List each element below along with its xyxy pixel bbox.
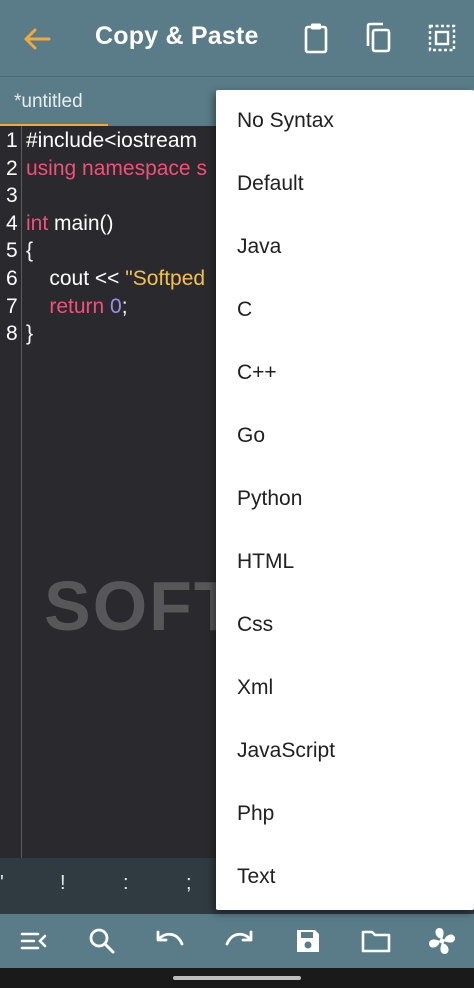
menu-item-default[interactable]: Default [216, 153, 474, 216]
home-gesture-pill[interactable] [173, 976, 301, 980]
redo-icon[interactable] [222, 925, 256, 957]
copy-icon[interactable] [361, 20, 395, 56]
symbol-key[interactable]: : [123, 872, 129, 895]
line-number: 8 [6, 322, 18, 346]
menu-item-cpp[interactable]: C++ [216, 342, 474, 405]
app-screen: Copy & Paste *untitled 1 #include<iostrea… [0, 0, 474, 988]
line-number: 3 [6, 184, 18, 208]
code-text: int main() [26, 212, 114, 236]
menu-item-no-syntax[interactable]: No Syntax [216, 90, 474, 153]
code-token: "Softped [125, 267, 206, 290]
page-title: Copy & Paste [95, 22, 259, 50]
code-token: int [26, 211, 49, 235]
menu-item-php[interactable]: Php [216, 783, 474, 846]
search-icon[interactable] [85, 925, 119, 957]
line-number: 5 [6, 239, 18, 263]
menu-item-java[interactable]: Java [216, 216, 474, 279]
menu-item-css[interactable]: Css [216, 594, 474, 657]
top-toolbar: Copy & Paste [0, 0, 474, 76]
save-icon[interactable] [291, 925, 325, 957]
line-number: 4 [6, 211, 18, 235]
clipboard-icon[interactable] [299, 20, 333, 56]
code-token: using namespace s [26, 156, 207, 180]
bottom-action-bar [0, 914, 474, 968]
menu-item-c[interactable]: C [216, 279, 474, 342]
symbol-key[interactable]: ; [186, 872, 192, 895]
back-arrow-icon[interactable] [20, 22, 54, 56]
menu-item-xml[interactable]: Xml [216, 657, 474, 720]
menu-item-javascript[interactable]: JavaScript [216, 720, 474, 783]
code-text: using namespace s [26, 157, 207, 181]
line-number: 1 [6, 129, 18, 152]
menu-item-python[interactable]: Python [216, 468, 474, 531]
line-number: 6 [6, 267, 18, 290]
code-text: #include<iostream [26, 129, 197, 153]
menu-item-html[interactable]: HTML [216, 531, 474, 594]
syntax-dropdown-menu: No Syntax Default Java C C++ Go Python H… [216, 90, 474, 910]
tab-label: *untitled [14, 91, 83, 112]
code-token: ; [121, 294, 128, 318]
code-token: { [26, 239, 34, 263]
code-text: return 0; [26, 294, 128, 319]
folder-icon[interactable] [359, 925, 393, 957]
line-number: 7 [6, 294, 18, 318]
menu-item-go[interactable]: Go [216, 405, 474, 468]
code-token: 0 [110, 294, 122, 318]
system-nav-bar [0, 968, 474, 988]
code-token: } [26, 322, 34, 346]
menu-item-text[interactable]: Text [216, 846, 474, 909]
symbol-key[interactable]: ' [0, 872, 4, 895]
code-text: cout << "Softped [26, 267, 205, 291]
fan-icon[interactable] [425, 925, 459, 957]
code-text: { [26, 239, 33, 263]
code-token: main() [48, 211, 114, 235]
code-text: } [26, 322, 33, 346]
symbol-key[interactable]: ! [60, 872, 66, 895]
menu-collapse-icon[interactable] [17, 925, 51, 957]
select-all-icon[interactable] [425, 20, 459, 56]
tab-untitled[interactable]: *untitled [0, 77, 108, 127]
code-token: #include<iostream [26, 129, 198, 152]
code-token: return [26, 294, 105, 318]
undo-icon[interactable] [153, 925, 187, 957]
code-token: cout << [26, 267, 126, 290]
line-number: 2 [6, 156, 18, 180]
